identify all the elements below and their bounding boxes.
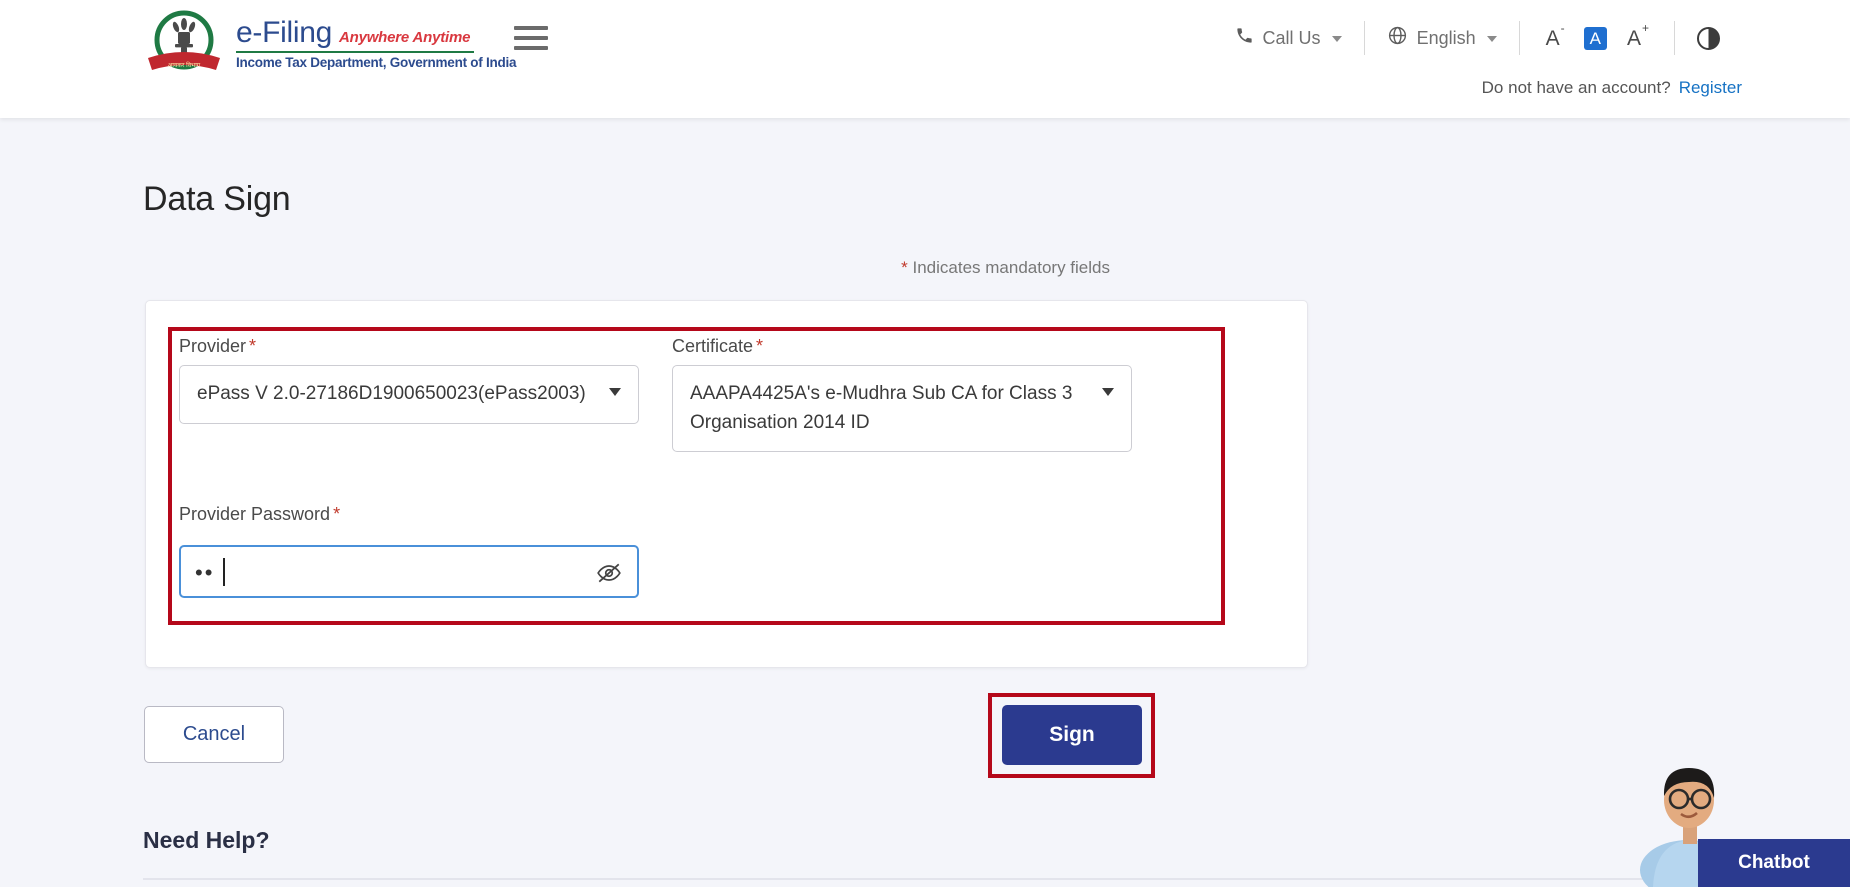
certificate-select[interactable]: AAAPA4425A's e-Mudhra Sub CA for Class 3…	[672, 365, 1132, 452]
certificate-label: Certificate *	[672, 336, 764, 356]
font-normal-button[interactable]: A	[1583, 26, 1607, 50]
account-prompt: Do not have an account? Register	[1482, 78, 1742, 98]
certificate-value: AAAPA4425A's e-Mudhra Sub CA for Class 3…	[690, 383, 1073, 433]
mandatory-fields-note: * Indicates mandatory fields	[901, 258, 1110, 278]
cancel-button[interactable]: Cancel	[144, 706, 284, 763]
chevron-down-icon	[1102, 388, 1114, 396]
font-increase-button[interactable]: A+	[1623, 22, 1652, 51]
header-utilities: Call Us English A- A A+	[1213, 16, 1742, 60]
phone-icon	[1235, 26, 1254, 50]
account-prompt-text: Do not have an account?	[1481, 78, 1671, 97]
chevron-down-icon	[609, 388, 621, 396]
logo-subtitle: Income Tax Department, Government of Ind…	[236, 55, 517, 70]
logo-tagline: Anywhere Anytime	[338, 29, 471, 46]
sign-button[interactable]: Sign	[1002, 705, 1142, 765]
call-us-menu[interactable]: Call Us	[1213, 26, 1364, 50]
font-size-controls: A- A A+	[1520, 22, 1674, 51]
provider-value: ePass V 2.0-27186D1900650023(ePass2003)	[197, 383, 586, 404]
globe-icon	[1387, 25, 1408, 51]
language-selector[interactable]: English	[1365, 25, 1519, 51]
font-decrease-button[interactable]: A-	[1542, 22, 1568, 51]
provider-password-input[interactable]: ••	[179, 545, 639, 598]
provider-password-label: Provider Password *	[179, 504, 341, 524]
provider-select[interactable]: ePass V 2.0-27186D1900650023(ePass2003)	[179, 365, 639, 424]
need-help-heading: Need Help?	[143, 827, 270, 853]
mandatory-asterisk: *	[901, 258, 908, 277]
page-root: आयकर विभाग e-Filing Anywhere Anytime Inc…	[0, 0, 1850, 887]
call-us-label: Call Us	[1262, 27, 1321, 48]
register-link[interactable]: Register	[1679, 78, 1742, 97]
eye-slash-icon[interactable]	[595, 560, 623, 586]
section-divider	[143, 878, 1708, 880]
chevron-down-icon	[1331, 36, 1342, 42]
india-national-emblem-icon: आयकर विभाग	[142, 10, 226, 78]
contrast-toggle-icon[interactable]	[1697, 26, 1720, 50]
hamburger-menu-icon[interactable]	[514, 26, 548, 50]
mandatory-note-text: Indicates mandatory fields	[912, 258, 1111, 277]
svg-text:आयकर विभाग: आयकर विभाग	[168, 61, 201, 69]
site-header: आयकर विभाग e-Filing Anywhere Anytime Inc…	[0, 0, 1850, 118]
chevron-down-icon	[1486, 36, 1497, 42]
logo-brand: e-Filing	[236, 16, 332, 49]
page-title: Data Sign	[143, 180, 291, 218]
provider-label: Provider *	[179, 336, 257, 356]
provider-password-value: ••	[195, 560, 215, 585]
text-cursor	[223, 558, 225, 586]
chatbot-button[interactable]: Chatbot	[1698, 839, 1850, 887]
site-logo[interactable]: आयकर विभाग e-Filing Anywhere Anytime Inc…	[142, 10, 517, 78]
language-label: English	[1416, 27, 1476, 48]
chatbot-widget[interactable]: Chatbot	[1625, 752, 1850, 887]
logo-divider	[236, 51, 474, 53]
